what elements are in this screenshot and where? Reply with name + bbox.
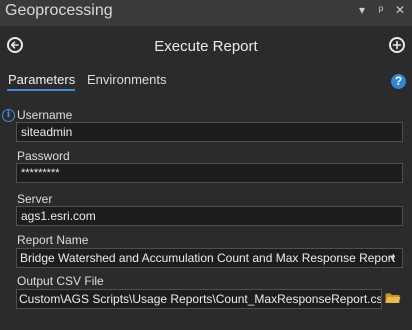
- username-label: Username: [17, 108, 73, 122]
- report-name-label: Report Name: [17, 233, 89, 247]
- tab-bar: Parameters Environments: [0, 72, 412, 94]
- pane-menu-icon[interactable]: ▾: [356, 3, 368, 17]
- pin-icon[interactable]: ᵖ: [375, 3, 387, 17]
- pane-controls: ▾ ᵖ ✕: [356, 3, 406, 17]
- plus-icon: [392, 40, 402, 50]
- password-label: Password: [17, 149, 70, 163]
- pane-title: Geoprocessing: [5, 2, 113, 19]
- output-csv-label: Output CSV File: [17, 274, 104, 288]
- output-csv-field[interactable]: Custom\AGS Scripts\Usage Reports\Count_M…: [16, 289, 382, 309]
- info-icon[interactable]: i: [2, 109, 15, 122]
- password-field[interactable]: *********: [16, 163, 403, 183]
- server-field[interactable]: ags1.esri.com: [16, 206, 403, 226]
- report-name-dropdown[interactable]: Bridge Watershed and Accumulation Count …: [16, 248, 403, 268]
- pane-titlebar: Geoprocessing ▾ ᵖ ✕: [0, 0, 412, 26]
- folder-icon[interactable]: [385, 292, 401, 304]
- add-button[interactable]: [389, 37, 405, 53]
- report-name-value: Bridge Watershed and Accumulation Count …: [20, 251, 396, 265]
- tool-header: Execute Report: [0, 33, 412, 61]
- close-icon[interactable]: ✕: [394, 3, 406, 17]
- chevron-down-icon[interactable]: ▼: [388, 249, 397, 267]
- help-icon[interactable]: ?: [391, 74, 406, 89]
- username-field[interactable]: siteadmin: [16, 122, 403, 142]
- tab-environments[interactable]: Environments: [87, 72, 166, 87]
- server-label: Server: [17, 192, 53, 206]
- tab-parameters[interactable]: Parameters: [6, 72, 76, 91]
- tool-title: Execute Report: [154, 38, 258, 55]
